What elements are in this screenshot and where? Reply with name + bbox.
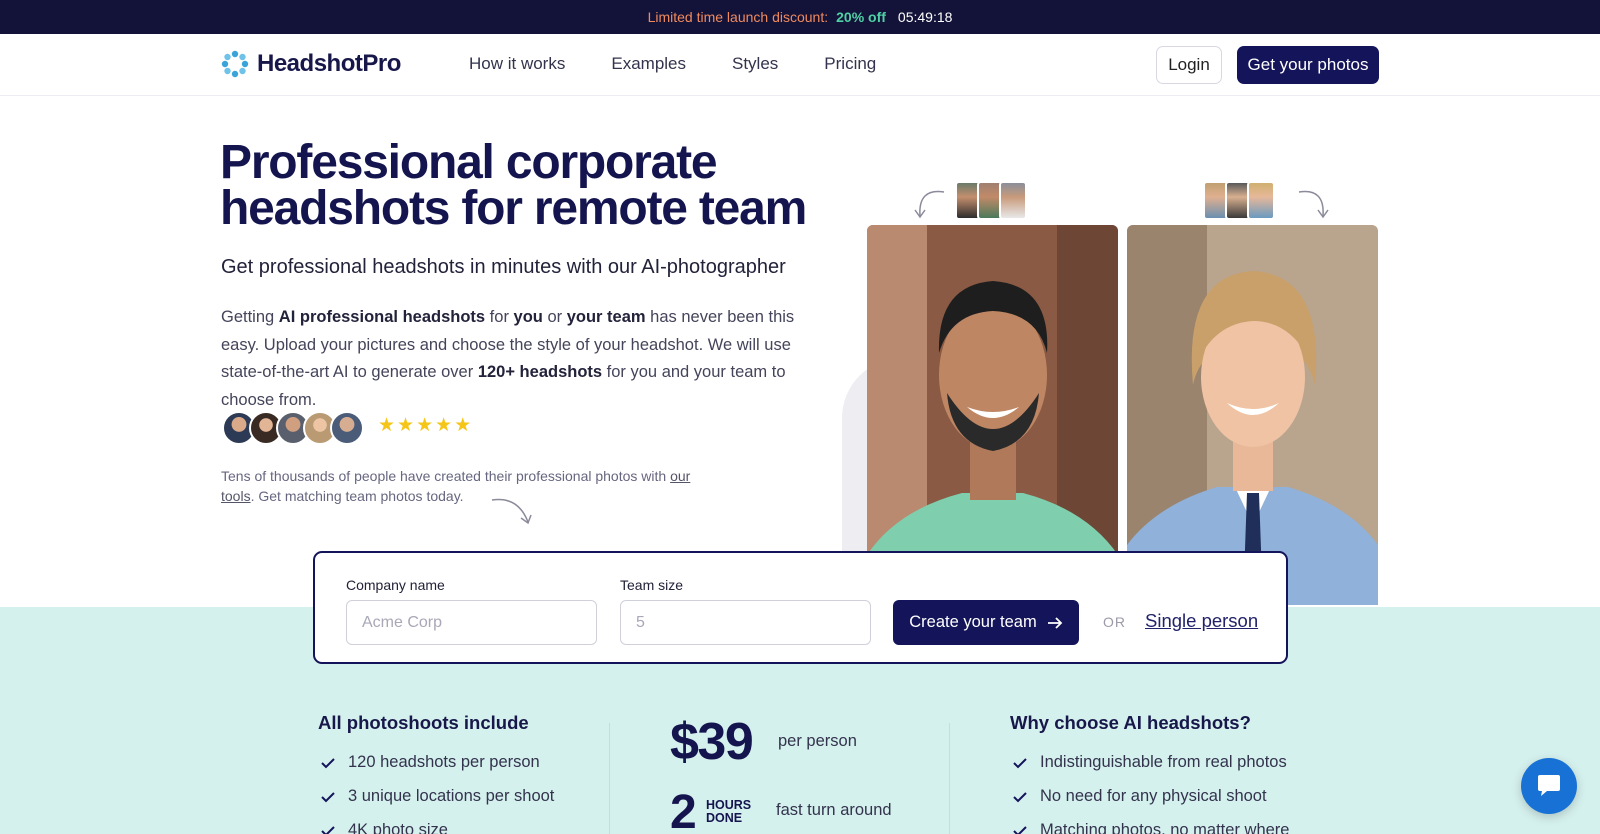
benefit-item: No need for any physical shoot (1012, 787, 1267, 806)
customer-avatars (222, 411, 364, 445)
star-icon: ★ (397, 415, 415, 436)
nav-link-how-it-works[interactable]: How it works (469, 54, 565, 74)
price-label: per person (778, 732, 857, 750)
price-value: $39 (670, 713, 754, 771)
feature-item: 3 unique locations per shoot (320, 787, 554, 806)
or-separator: OR (1103, 614, 1126, 630)
curved-arrow-icon (1298, 190, 1329, 219)
star-icon: ★ (378, 415, 396, 436)
announcement-discount: 20% off (836, 9, 886, 25)
feature-item: 120 headshots per person (320, 753, 540, 772)
create-team-label: Create your team (909, 613, 1037, 631)
feature-item: 4K photo size (320, 821, 448, 834)
sample-headshot-man (867, 225, 1118, 605)
star-icon: ★ (435, 415, 453, 436)
turnaround-unit: HOURS DONE (706, 798, 752, 825)
input-selfies-group (1203, 181, 1275, 220)
nav-link-examples[interactable]: Examples (611, 54, 686, 74)
check-icon (1013, 791, 1027, 802)
turnaround-hours: 2 (670, 786, 697, 834)
curved-arrow-icon (914, 190, 945, 219)
team-signup-form: Company name Team size Create your team … (313, 551, 1288, 664)
avatar (330, 411, 364, 445)
company-name-label: Company name (346, 577, 445, 593)
benefit-item: Indistinguishable from real photos (1012, 753, 1287, 772)
turnaround-label: fast turn around (776, 801, 892, 819)
hero-subtitle: Get professional headshots in minutes wi… (221, 256, 786, 278)
arrow-right-icon (1047, 616, 1063, 629)
logo-icon (221, 50, 249, 78)
star-icon: ★ (416, 415, 434, 436)
nav-link-pricing[interactable]: Pricing (824, 54, 876, 74)
divider (949, 723, 950, 834)
selfie-thumbnail (1247, 181, 1275, 220)
social-proof-text: Tens of thousands of people have created… (221, 468, 691, 504)
brand-logo[interactable]: HeadshotPro (221, 50, 401, 78)
check-icon (321, 757, 335, 768)
chat-button[interactable] (1521, 758, 1577, 814)
why-title: Why choose AI headshots? (1010, 712, 1251, 733)
get-photos-button[interactable]: Get your photos (1237, 46, 1379, 84)
announcement-message: Limited time launch discount: (647, 9, 829, 25)
included-title: All photoshoots include (318, 712, 529, 733)
curved-arrow-icon (491, 498, 532, 525)
nav-link-styles[interactable]: Styles (732, 54, 778, 74)
nav-links: How it works Examples Styles Pricing (469, 54, 876, 74)
rating-stars: ★ ★ ★ ★ ★ (378, 416, 471, 436)
countdown-timer: 05:49:18 (897, 9, 953, 25)
brand-name: HeadshotPro (257, 50, 401, 77)
check-icon (1013, 757, 1027, 768)
create-team-button[interactable]: Create your team (893, 600, 1079, 645)
divider (609, 723, 610, 834)
chat-icon (1538, 775, 1560, 796)
hero-description: Getting AI professional headshots for yo… (221, 308, 795, 409)
company-name-input[interactable] (346, 600, 597, 645)
hero-title: Professional corporate headshots for rem… (220, 136, 807, 235)
sample-headshot-woman (1127, 225, 1378, 605)
announcement-bar: Limited time launch discount: 20% off 05… (0, 0, 1600, 34)
check-icon (321, 791, 335, 802)
star-icon: ★ (454, 415, 472, 436)
check-icon (1013, 825, 1027, 834)
check-icon (321, 825, 335, 834)
single-person-link[interactable]: Single person (1145, 610, 1258, 632)
login-button[interactable]: Login (1156, 46, 1222, 84)
input-selfies-group (955, 181, 1027, 220)
selfie-thumbnail (999, 181, 1027, 220)
team-size-input[interactable] (620, 600, 871, 645)
top-navigation: HeadshotPro How it works Examples Styles… (0, 34, 1600, 96)
benefit-item: Matching photos, no matter where (1012, 821, 1289, 834)
team-size-label: Team size (620, 577, 684, 593)
